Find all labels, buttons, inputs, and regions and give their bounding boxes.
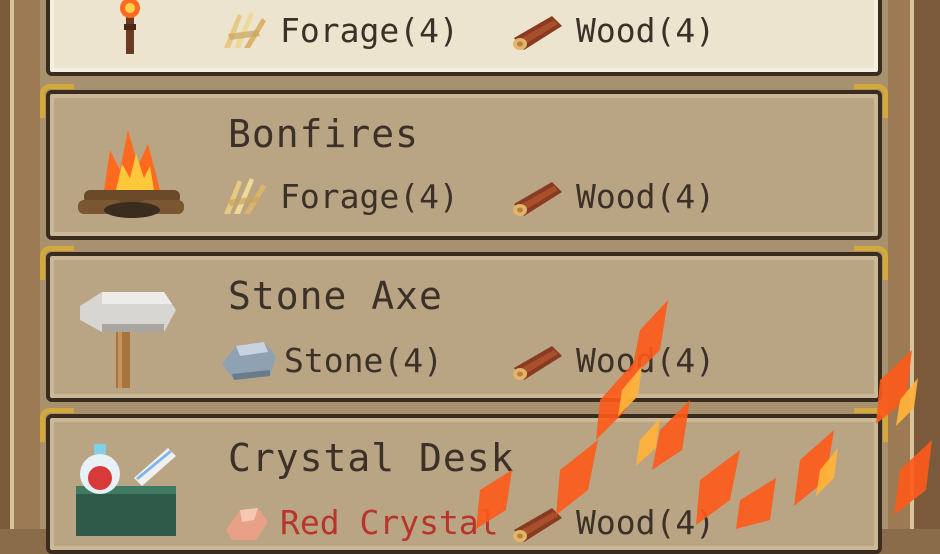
ingredient-wood: Wood(4) (508, 174, 715, 218)
ingredient-label: Wood(4) (576, 340, 716, 380)
recipe-row-crystal-desk[interactable]: Crystal Desk Red Crystal Wood(4) (40, 408, 888, 554)
gold-corner-ornament (854, 408, 888, 442)
ingredient-label: Stone(4) (284, 340, 443, 380)
red-crystal-icon (226, 508, 268, 540)
forage-icon (224, 12, 266, 48)
ingredient-label: Wood(4) (576, 502, 716, 542)
ingredient-label: Wood(4) (576, 10, 716, 50)
gold-corner-ornament (40, 84, 74, 118)
ingredient-label: Red Crystal (280, 502, 499, 542)
stone-axe-icon (80, 292, 176, 388)
bonfire-icon (78, 130, 184, 218)
torch-icon (120, 0, 140, 54)
ingredient-red-crystal: Red Crystal (218, 500, 499, 544)
scroll-frame-left (0, 0, 40, 529)
gold-corner-ornament (40, 408, 74, 442)
scroll-frame-right[interactable] (888, 0, 940, 529)
gold-corner-ornament (40, 246, 74, 280)
ingredient-label: Forage(4) (280, 176, 459, 216)
recipe-name: Crystal Desk (228, 436, 515, 480)
recipe-row-torch[interactable]: Forage(4) Wood(4) (46, 0, 882, 76)
recipe-name: Stone Axe (228, 274, 443, 318)
ingredient-forage: Forage(4) (218, 8, 459, 52)
crystal-desk-icon (76, 444, 176, 536)
gold-corner-ornament (854, 246, 888, 280)
forage-icon (224, 178, 266, 214)
stone-icon (222, 342, 276, 380)
wood-icon (513, 16, 562, 50)
recipe-row-bonfires[interactable]: Bonfires Forage(4) Wood(4) (40, 84, 888, 240)
wood-icon (513, 346, 562, 380)
gold-corner-ornament (854, 84, 888, 118)
wood-icon (513, 508, 562, 542)
ingredient-label: Forage(4) (280, 10, 459, 50)
ingredient-wood: Wood(4) (508, 8, 715, 52)
recipe-name: Bonfires (228, 112, 420, 156)
crafting-recipe-list: Forage(4) Wood(4) Bonfires Forage(4) Woo… (40, 0, 888, 554)
ingredient-forage: Forage(4) (218, 174, 459, 218)
ingredient-wood: Wood(4) (508, 338, 715, 382)
ingredient-wood: Wood(4) (508, 500, 715, 544)
wood-icon (513, 182, 562, 216)
recipe-row-stone-axe[interactable]: Stone Axe Stone(4) Wood(4) (40, 246, 888, 402)
ingredient-stone: Stone(4) (218, 338, 443, 382)
ingredient-label: Wood(4) (576, 176, 716, 216)
